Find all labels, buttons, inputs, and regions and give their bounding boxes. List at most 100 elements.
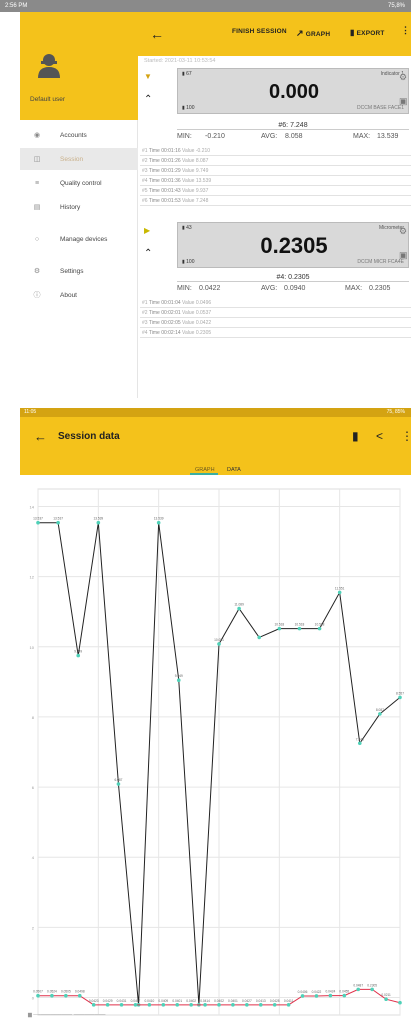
about-icon: ⓘ — [33, 292, 41, 299]
nav-item-about[interactable]: ⓘ About — [20, 284, 138, 306]
status-time: 2:56 PM — [5, 3, 28, 9]
data-label: 0.0505 — [61, 990, 71, 994]
reading-time: Time 00:01:29 — [148, 168, 181, 174]
reading-time: Time 00:02:05 — [148, 320, 181, 326]
device-card-micrometer: ▮ 43 Micrometer 0.2305 ▮ 100 DCCM MICR F… — [177, 222, 409, 268]
data-label: 0.0524 — [47, 990, 57, 994]
avg-value: 8.058 — [285, 133, 303, 140]
data-point — [147, 1003, 152, 1007]
status-bar: 2:56 PM 75,8% — [0, 0, 411, 12]
last-reading: #4: 0.2305 — [177, 274, 409, 282]
nav-item-session[interactable]: ◫ Session — [20, 148, 138, 170]
list-item: #1 Time 00:01:16 Value -0.210 — [140, 146, 411, 156]
data-label: 0.0211 — [381, 993, 391, 997]
current-reading: 0.2305 — [260, 233, 328, 258]
reading-value: Value 0.2305 — [182, 330, 212, 336]
data-label: 13.539 — [154, 517, 164, 521]
session-icon: ◫ — [33, 156, 41, 163]
current-reading: 0.000 — [268, 81, 320, 103]
y-tick-label: 8 — [32, 715, 35, 720]
nav-label: Settings — [60, 267, 84, 275]
signal-strength: ▮ 67 — [182, 71, 192, 77]
nav-label: Session — [60, 155, 84, 163]
data-label: 0.0424 — [326, 990, 336, 994]
data-label: 0.0427 — [242, 999, 252, 1003]
nav-label: Accounts — [60, 131, 87, 139]
reading-number: #4 — [142, 330, 148, 336]
graph-icon: ↗ — [296, 28, 304, 38]
data-label: 0.0422 — [312, 990, 322, 994]
data-label: 10.518 — [274, 623, 284, 627]
more-menu-icon[interactable]: ⋮ — [401, 429, 411, 443]
nav-label: Manage devices — [60, 235, 108, 243]
back-arrow-icon[interactable]: ← — [150, 26, 164, 42]
min-label: MIN: — [177, 133, 192, 140]
export-button[interactable]: ▮ EXPORT — [350, 28, 385, 37]
graph-label: GRAPH — [305, 31, 331, 38]
data-point — [314, 994, 319, 998]
data-label: 0.0414 — [200, 999, 210, 1003]
reading-number: #3 — [142, 320, 148, 326]
reading-number: #1 — [142, 300, 148, 306]
nav-item-accounts[interactable]: ◉ Accounts — [20, 124, 138, 146]
y-tick-label: 4 — [32, 855, 35, 860]
list-item: #1 Time 00:01:04 Value 0.0496 — [140, 298, 411, 308]
reading-number: #5 — [142, 188, 148, 194]
data-label: 0.0402 — [186, 999, 196, 1003]
list-item: #6 Time 00:01:53 Value 7.248 — [140, 196, 411, 206]
avatar-icon — [38, 54, 60, 78]
finish-session-button[interactable]: FINISH SESSION — [232, 28, 287, 35]
data-label: 0.0455 — [339, 990, 349, 994]
device-name: DCCM MICR FCA4E — [357, 259, 404, 265]
file-icon[interactable]: ▮ — [352, 429, 359, 443]
collapse-chevron-icon[interactable]: ⌃ — [144, 94, 152, 105]
reading-number: #6 — [142, 198, 148, 204]
nav-item-manage-devices[interactable]: ○ Manage devices — [20, 228, 138, 250]
graph-button[interactable]: ↗ GRAPH — [296, 28, 330, 39]
data-point — [398, 1000, 402, 1005]
data-point — [36, 520, 40, 525]
export-label: EXPORT — [356, 30, 385, 37]
data-label: 13.537 — [33, 517, 43, 521]
collapse-chevron-icon[interactable]: ⌃ — [144, 248, 152, 259]
data-label: 10.518 — [315, 623, 325, 627]
nav-item-quality-control[interactable]: ≡ Quality control — [20, 172, 138, 194]
device-settings-icon[interactable]: ⚙ — [399, 72, 407, 83]
nav-item-history[interactable]: ▤ History — [20, 196, 138, 218]
session-content: Started: 2021-03-11 10:53:54 ▼ ⌃ ▮ 67 In… — [140, 56, 411, 398]
tab-data[interactable]: DATA — [227, 467, 241, 473]
nav-item-settings[interactable]: ⚙ Settings — [20, 260, 138, 282]
max-label: MAX: — [353, 133, 371, 140]
data-point — [50, 993, 54, 998]
device-capture-icon[interactable]: ▣ — [399, 250, 408, 261]
device-settings-icon[interactable]: ⚙ — [399, 226, 407, 237]
data-label: 0.0507 — [33, 990, 43, 994]
data-label: 0.0431 — [117, 999, 127, 1003]
list-item: #5 Time 00:01:43 Value 9.937 — [140, 186, 411, 196]
reading-value: Value 0.0422 — [182, 320, 212, 326]
data-point — [105, 1003, 110, 1007]
session-data-screen: 11:05 75, 85% ← Session data ▮ < ⋮ GRAPH… — [20, 408, 411, 1024]
file-icon: ▮ — [350, 28, 355, 37]
device-capture-icon[interactable]: ▣ — [399, 96, 408, 107]
back-arrow-icon[interactable]: ← — [34, 429, 47, 444]
data-point — [357, 741, 362, 746]
data-label: 0.0413 — [256, 999, 266, 1003]
data-point — [342, 993, 347, 998]
share-icon[interactable]: < — [376, 429, 383, 443]
data-point — [384, 997, 388, 1002]
user-name: Default user — [30, 96, 66, 103]
more-menu-icon[interactable]: ⋮ — [401, 25, 410, 36]
data-point — [297, 626, 302, 631]
data-label: 11.089 — [234, 603, 244, 607]
device-name: DCCM BASE FACE1 — [357, 105, 404, 111]
reading-value: Value 7.248 — [182, 198, 209, 204]
max-value: 0.2305 — [369, 285, 391, 292]
data-point — [356, 987, 361, 992]
history-icon: ▤ — [33, 204, 41, 211]
reading-value: Value -0.210 — [182, 148, 211, 154]
data-point — [189, 1003, 193, 1007]
list-item: #3 Time 00:02:05 Value 0.0422 — [140, 318, 411, 328]
max-label: MAX: — [345, 285, 363, 292]
reading-number: #2 — [142, 310, 148, 316]
